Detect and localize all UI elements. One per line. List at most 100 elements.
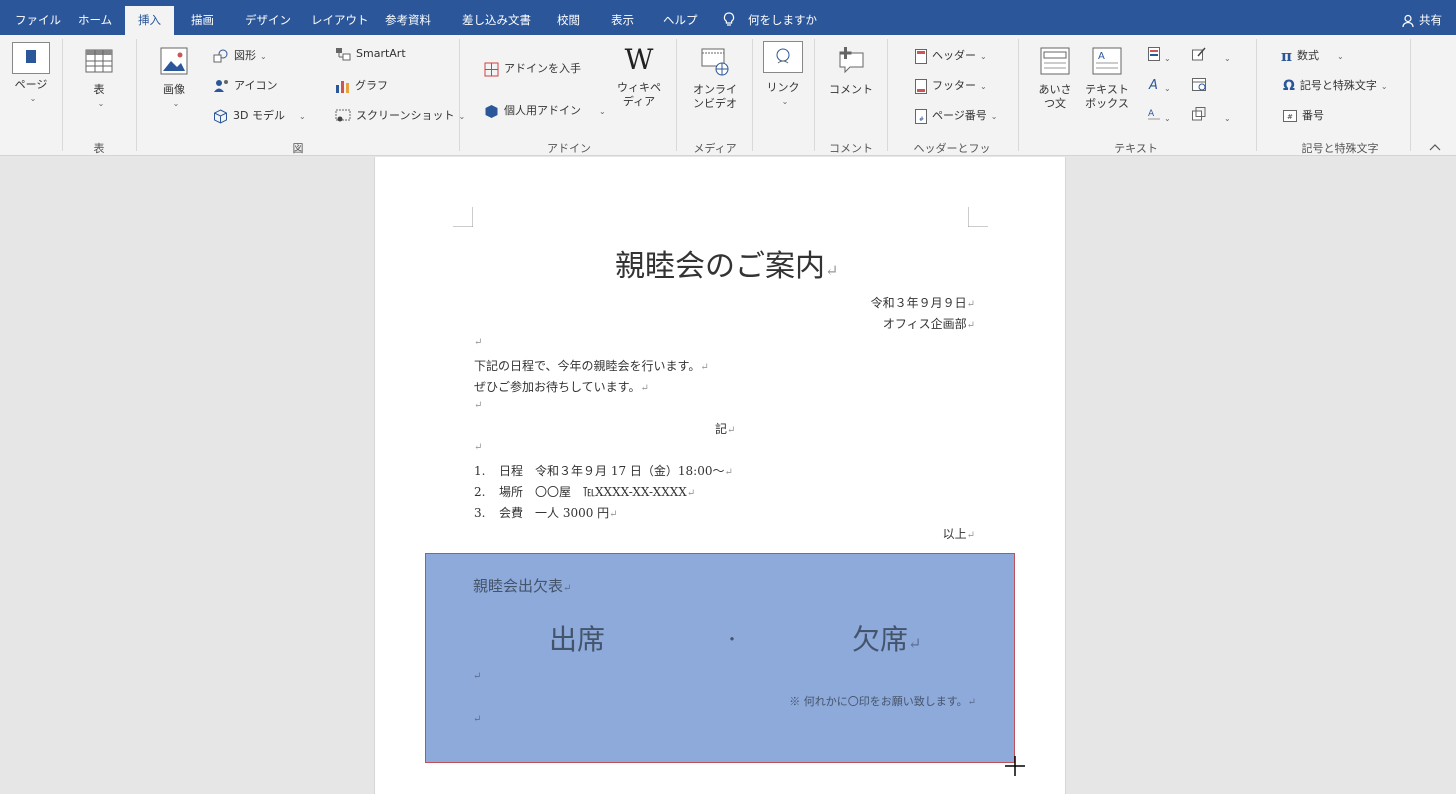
object-button[interactable]: ⌄ — [1192, 107, 1231, 124]
drop-cap-icon: A — [1148, 109, 1160, 120]
omega-icon: Ω — [1283, 78, 1295, 94]
footer-label: フッター — [932, 79, 976, 92]
tab-review[interactable]: 校閲 — [557, 0, 580, 35]
greeting-icon — [1040, 47, 1070, 75]
group-illustrations-label: 図 — [292, 142, 304, 155]
3d-model-button[interactable]: 3D モデル ⌄ — [213, 107, 306, 124]
paragraph-mark: ↵ — [474, 337, 483, 348]
table-button[interactable]: 表 ⌄ — [82, 49, 116, 111]
tell-me-search[interactable]: 何をしますか — [748, 0, 817, 35]
object-icon — [1192, 107, 1206, 121]
tab-help[interactable]: ヘルプ — [663, 0, 698, 35]
chart-button[interactable]: グラフ — [335, 77, 388, 93]
symbol-label: 記号と特殊文字 — [1299, 79, 1377, 92]
equation-label: 数式 — [1296, 49, 1319, 62]
page-number-label: ページ番号 — [932, 109, 987, 122]
svg-text:#: # — [1287, 113, 1293, 121]
wordart-button[interactable]: A ⌄ — [1148, 77, 1171, 94]
group-comments-label: コメント — [829, 142, 873, 155]
signature-line-button[interactable]: ⌄ — [1192, 47, 1231, 64]
footer-button[interactable]: フッター ⌄ — [915, 77, 987, 94]
group-text-label: テキスト — [1114, 142, 1158, 155]
screenshot-label: スクリーンショット — [356, 109, 455, 122]
page-button[interactable]: ページ ⌄ — [10, 42, 52, 106]
share-button[interactable]: 共有 — [1402, 0, 1442, 40]
tab-references[interactable]: 参考資料 — [385, 0, 431, 35]
tab-design[interactable]: デザイン — [245, 0, 291, 35]
3d-model-label: 3D モデル — [233, 109, 285, 122]
page-label: ページ — [14, 78, 48, 91]
smartart-button[interactable]: SmartArt — [335, 47, 406, 61]
number-label: 番号 — [1302, 109, 1324, 122]
form-note: ※ 何れかに〇印をお願い致します。↵ — [789, 695, 976, 708]
header-button[interactable]: ヘッダー ⌄ — [915, 47, 987, 64]
textbox-button[interactable]: A テキストボックス — [1082, 47, 1132, 111]
screenshot-button[interactable]: スクリーンショット ⌄ — [335, 107, 465, 123]
tab-view[interactable]: 表示 — [611, 0, 634, 35]
quick-parts-icon — [1148, 47, 1160, 61]
drop-cap-button[interactable]: A ⌄ — [1148, 107, 1171, 124]
chart-label: グラフ — [355, 79, 388, 92]
tab-file[interactable]: ファイル — [15, 0, 61, 35]
crosshair-cursor-icon — [1005, 756, 1025, 776]
svg-text:A: A — [1148, 109, 1155, 119]
tab-layout[interactable]: レイアウト — [311, 0, 369, 35]
online-video-button[interactable]: オンラインビデオ — [692, 47, 738, 111]
shapes-button[interactable]: 図形 ⌄ — [213, 47, 267, 63]
date-time-button[interactable] — [1192, 77, 1206, 94]
tab-insert[interactable]: 挿入 — [125, 6, 174, 35]
menu-bar: ファイル ホーム 挿入 描画 デザイン レイアウト 参考資料 差し込み文書 校閲… — [0, 0, 1456, 35]
tab-mailings[interactable]: 差し込み文書 — [462, 0, 531, 35]
icons-button[interactable]: アイコン — [213, 77, 277, 93]
list-item: 1. 日程 令和３年９月 17 日（金）18:00～↵ — [474, 464, 733, 478]
image-label: 画像 — [163, 83, 185, 96]
attend-option: 出席 — [549, 623, 606, 656]
link-label: リンク — [766, 81, 800, 94]
comment-button[interactable]: コメント — [828, 45, 874, 97]
list-item: 3. 会費 一人 3000 円↵ — [474, 506, 618, 520]
group-symbols-label: 記号と特殊文字 — [1301, 142, 1379, 155]
my-addins-button[interactable]: 個人用アドイン ⌄ — [484, 102, 606, 119]
tab-draw[interactable]: 描画 — [191, 0, 214, 35]
equation-button[interactable]: π 数式 ⌄ — [1281, 47, 1344, 65]
table-icon — [85, 49, 113, 73]
get-addins-button[interactable]: アドインを入手 — [484, 60, 581, 77]
separator-dot: ・ — [724, 630, 741, 649]
my-addins-label: 個人用アドイン — [504, 104, 581, 117]
image-button[interactable]: 画像 ⌄ — [156, 47, 192, 111]
separator — [136, 39, 137, 151]
image-icon — [160, 47, 188, 75]
video-globe-icon — [701, 48, 729, 76]
separator — [459, 39, 460, 151]
symbol-button[interactable]: Ω 記号と特殊文字 ⌄ — [1283, 77, 1388, 94]
collapse-ribbon-icon[interactable] — [1429, 143, 1441, 151]
calendar-icon — [1192, 78, 1206, 91]
wikipedia-button[interactable]: W ウィキペディア — [616, 45, 662, 109]
page-number-button[interactable]: # ページ番号 ⌄ — [915, 107, 997, 124]
body-line-1: 下記の日程で、今年の親睦会を行います。↵ — [474, 359, 709, 373]
lightbulb-icon — [723, 12, 735, 26]
attendance-shape[interactable]: 親睦会出欠表↵ 出席 ・ 欠席↵ ↵ ※ 何れかに〇印をお願い致します。↵ ↵ — [425, 553, 1015, 763]
body-line-2: ぜひご参加お待ちしています。↵ — [474, 380, 649, 394]
group-media-label: メディア — [693, 142, 737, 155]
separator — [1410, 39, 1411, 151]
paragraph-mark: ↵ — [474, 442, 483, 453]
quick-parts-button[interactable]: ⌄ — [1148, 47, 1171, 64]
separator — [1018, 39, 1019, 151]
document-date: 令和３年９月９日↵ — [870, 296, 975, 310]
header-label: ヘッダー — [932, 49, 976, 62]
wikipedia-label: ウィキペディア — [617, 81, 661, 108]
link-button[interactable]: リンク ⌄ — [762, 41, 804, 109]
svg-text:#: # — [919, 116, 924, 123]
tab-home[interactable]: ホーム — [78, 0, 112, 35]
footer-icon — [915, 78, 927, 94]
paragraph-mark: ↵ — [473, 714, 482, 725]
icons-label: アイコン — [234, 79, 278, 92]
greeting-label: あいさつ文 — [1038, 83, 1072, 110]
greeting-button[interactable]: あいさつ文 — [1034, 47, 1076, 111]
corner-mark — [453, 207, 473, 227]
svg-text:A: A — [1148, 78, 1158, 91]
number-button[interactable]: # 番号 — [1283, 107, 1324, 123]
separator — [62, 39, 63, 151]
wikipedia-icon: W — [624, 43, 654, 76]
